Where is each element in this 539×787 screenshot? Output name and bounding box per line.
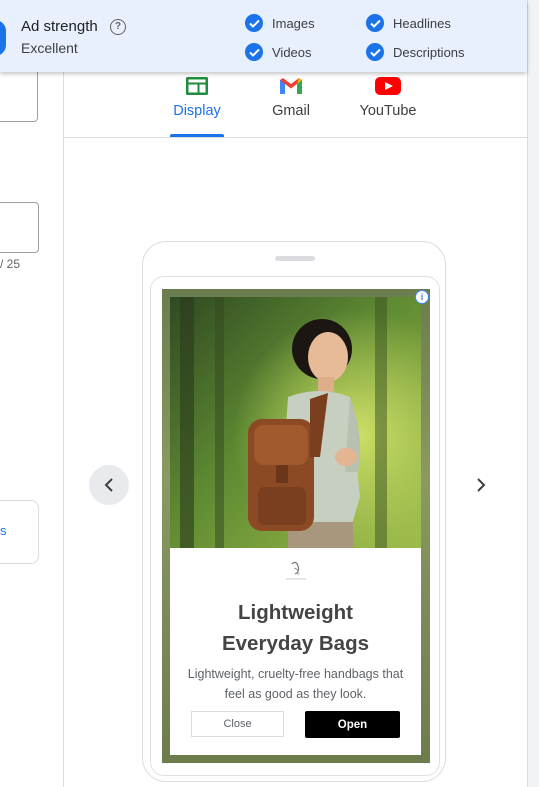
left-form-column: / 25 s <box>0 0 63 787</box>
check-circle-icon <box>366 14 384 32</box>
tab-label: YouTube <box>359 103 417 119</box>
ad-headline: Lightweight Everyday Bags <box>170 597 421 659</box>
check-circle-icon <box>366 43 384 61</box>
close-button[interactable]: Close <box>191 711 284 737</box>
check-label: Headlines <box>393 15 451 31</box>
tab-label: Gmail <box>272 103 310 119</box>
help-icon[interactable]: ? <box>110 19 126 35</box>
check-headlines: Headlines <box>366 14 451 32</box>
ad-strength-value: Excellent <box>21 40 78 56</box>
text-field[interactable] <box>0 202 39 253</box>
ad-image[interactable] <box>170 297 421 548</box>
ad-strength-title: Ad strength <box>21 18 98 35</box>
next-preview-button[interactable] <box>466 470 496 500</box>
open-button[interactable]: Open <box>305 711 400 738</box>
ad-headline-line: Lightweight <box>237 601 353 624</box>
link-text[interactable]: s <box>0 523 7 538</box>
check-videos: Videos <box>245 43 312 61</box>
ad-description: Lightweight, cruelty-free handbags that … <box>187 667 404 701</box>
display-icon <box>168 75 226 97</box>
brand-logo <box>280 560 312 584</box>
gmail-icon <box>262 75 320 97</box>
check-descriptions: Descriptions <box>366 43 465 61</box>
phone-speaker <box>275 256 315 261</box>
tab-display[interactable]: Display <box>168 75 226 119</box>
ad-strength-banner: Ad strength ? Excellent Images Headlines… <box>0 0 527 72</box>
check-label: Videos <box>272 44 312 60</box>
tab-label: Display <box>173 103 221 119</box>
ad-info-icon[interactable]: i <box>415 290 429 304</box>
character-counter: / 25 <box>0 257 21 271</box>
previous-preview-button[interactable] <box>89 465 129 505</box>
column-divider <box>63 70 64 787</box>
chevron-right-icon <box>477 478 486 492</box>
tabs-divider <box>64 137 527 138</box>
tab-gmail[interactable]: Gmail <box>262 75 320 119</box>
text-field[interactable] <box>0 68 38 122</box>
check-circle-icon <box>245 43 263 61</box>
check-label: Images <box>272 15 315 31</box>
ad-strength-meter <box>0 20 6 56</box>
check-label: Descriptions <box>393 44 465 60</box>
ad-headline-line: Everyday Bags <box>221 632 369 655</box>
check-circle-icon <box>245 14 263 32</box>
check-images: Images <box>245 14 315 32</box>
scrollbar-track[interactable] <box>527 0 539 787</box>
chevron-left-icon <box>104 478 113 492</box>
youtube-icon <box>355 75 421 97</box>
tab-youtube[interactable]: YouTube <box>355 75 421 119</box>
